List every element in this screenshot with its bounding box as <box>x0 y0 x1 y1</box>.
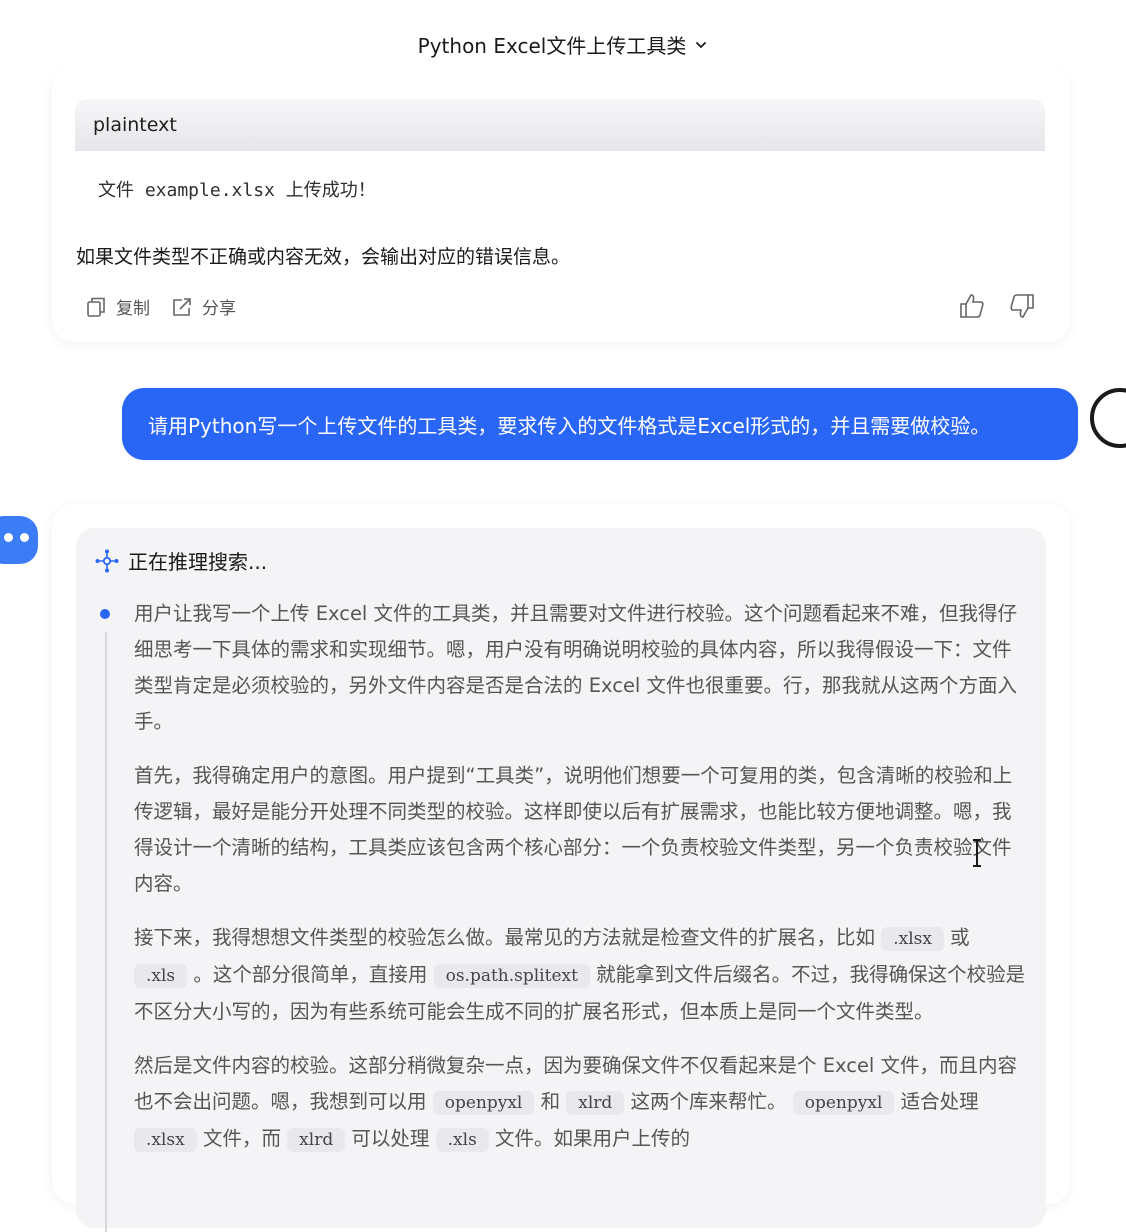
text-run: 或 <box>950 926 970 949</box>
inline-code: openpyxl <box>792 1091 895 1115</box>
share-button[interactable]: 分享 <box>170 294 236 319</box>
text-run: 接下来，我得想想文件类型的校验怎么做。最常见的方法就是检查文件的扩展名，比如 <box>134 926 876 949</box>
reasoning-paragraph: 用户让我写一个上传 Excel 文件的工具类，并且需要对文件进行校验。这个问题看… <box>134 602 1018 733</box>
reasoning-status[interactable]: 正在推理搜索... <box>94 546 267 575</box>
text-run: 文件。如果用户上传的 <box>495 1127 691 1150</box>
reply-paragraph: 如果文件类型不正确或内容无效，会输出对应的错误信息。 <box>76 246 571 268</box>
assistant-message-card: plaintext 文件 example.xlsx 上传成功！ 如果文件类型不正… <box>52 66 1070 342</box>
text-cursor-icon <box>973 839 981 867</box>
top-header: Python Excel文件上传工具类 <box>0 0 1126 88</box>
rating-actions <box>958 292 1036 320</box>
inline-code: .xls <box>134 964 188 988</box>
code-block-header: plaintext <box>75 99 1045 151</box>
avatar-eye-left <box>4 533 13 542</box>
message-actions: 复制 分享 <box>84 294 236 319</box>
thumbs-down-icon[interactable] <box>1008 292 1036 320</box>
conversation-title: Python Excel文件上传工具类 <box>417 34 687 58</box>
reasoning-paragraph: 接下来，我得想想文件类型的校验怎么做。最常见的方法就是检查文件的扩展名，比如 .… <box>134 920 1029 1030</box>
user-avatar[interactable] <box>1090 388 1126 448</box>
reasoning-panel: 正在推理搜索... 用户让我写一个上传 Excel 文件的工具类，并且需要对文件… <box>76 528 1046 1232</box>
inline-code: .xlsx <box>881 927 944 951</box>
inline-code: openpyxl <box>432 1091 535 1115</box>
text-run: 文件，而 <box>202 1127 281 1150</box>
inline-code: .xls <box>435 1128 489 1152</box>
user-message-text: 请用Python写一个上传文件的工具类，要求传入的文件格式是Excel形式的，并… <box>148 413 991 438</box>
reasoning-paragraph: 然后是文件内容的校验。这部分稍微复杂一点，因为要确保文件不仅看起来是个 Exce… <box>134 1048 1029 1158</box>
inline-code: xlrd <box>566 1091 625 1115</box>
assistant-avatar <box>0 516 38 564</box>
copy-button[interactable]: 复制 <box>84 294 150 319</box>
reasoning-paragraph: 首先，我得确定用户的意图。用户提到“工具类”，说明他们想要一个可复用的类，包含清… <box>134 764 1013 895</box>
reasoning-content: 用户让我写一个上传 Excel 文件的工具类，并且需要对文件进行校验。这个问题看… <box>134 596 1029 1176</box>
assistant-thinking-card: 正在推理搜索... 用户让我写一个上传 Excel 文件的工具类，并且需要对文件… <box>52 504 1070 1232</box>
avatar-eye-right <box>20 533 29 542</box>
inline-code: os.path.splitext <box>433 964 590 988</box>
share-label: 分享 <box>202 299 236 319</box>
conversation-title-dropdown[interactable]: Python Excel文件上传工具类 <box>418 30 709 59</box>
copy-icon <box>87 297 105 317</box>
reasoning-network-icon <box>95 549 119 572</box>
code-block-content: 文件 example.xlsx 上传成功！ <box>98 180 376 201</box>
chevron-down-icon <box>696 41 707 48</box>
text-run: 。这个部分很简单，直接用 <box>193 963 428 986</box>
share-icon <box>173 297 191 316</box>
text-run: 适合处理 <box>900 1090 979 1113</box>
code-language-label: plaintext <box>93 114 177 136</box>
copy-label: 复制 <box>116 299 150 319</box>
text-run: 和 <box>540 1090 561 1113</box>
user-message-bubble: 请用Python写一个上传文件的工具类，要求传入的文件格式是Excel形式的，并… <box>122 388 1078 460</box>
reasoning-divider <box>105 632 107 1232</box>
text-run: 可以处理 <box>351 1127 430 1150</box>
inline-code: xlrd <box>287 1128 346 1152</box>
inline-code: .xlsx <box>134 1128 197 1152</box>
text-run: 这两个库来帮忙。 <box>630 1090 787 1113</box>
reasoning-status-text: 正在推理搜索... <box>128 550 268 574</box>
reasoning-bullet <box>100 609 110 619</box>
thumbs-up-icon[interactable] <box>958 292 986 320</box>
